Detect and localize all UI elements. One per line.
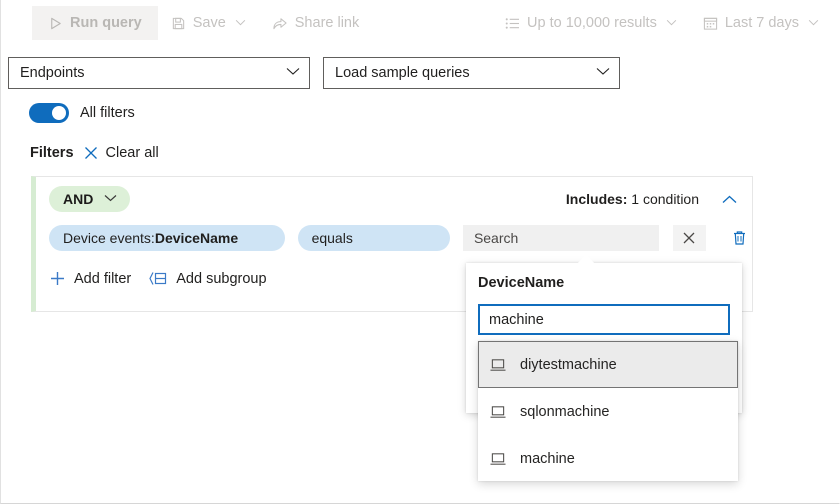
save-icon	[171, 16, 186, 31]
includes-label: Includes:	[566, 191, 627, 207]
scope-dropdown[interactable]: Endpoints	[8, 57, 310, 89]
trash-icon	[732, 230, 747, 246]
time-range-button[interactable]: Last 7 days	[690, 6, 832, 40]
filter-group-header: AND Includes: 1 condition	[36, 177, 752, 221]
condition-field-name: DeviceName	[155, 230, 238, 246]
sample-queries-value: Load sample queries	[335, 65, 586, 81]
toggle-knob	[52, 106, 66, 120]
suggestion-list: diytestmachine sqlonmachine machine	[478, 341, 738, 481]
toolbar-right-group: Up to 10,000 results	[492, 6, 840, 40]
filter-group-header-right: Includes: 1 condition	[566, 191, 740, 207]
chevron-down-icon	[666, 18, 677, 29]
device-icon	[490, 405, 506, 419]
run-query-label: Run query	[70, 16, 142, 31]
list-item-label: machine	[520, 451, 575, 467]
includes-value: 1 condition	[631, 191, 699, 207]
save-label: Save	[193, 16, 226, 31]
clear-all-label: Clear all	[106, 145, 159, 161]
collapse-group-button[interactable]	[719, 192, 740, 207]
share-icon	[272, 16, 288, 31]
share-link-button[interactable]: Share link	[259, 6, 372, 40]
list-item-label: sqlonmachine	[520, 404, 609, 420]
all-filters-toggle[interactable]	[29, 103, 69, 123]
callout-search-value: machine	[489, 312, 544, 328]
plus-icon	[49, 270, 66, 287]
condition-operator-label: equals	[312, 230, 353, 246]
chevron-down-icon	[235, 18, 246, 29]
device-icon	[490, 452, 506, 466]
time-range-label: Last 7 days	[725, 16, 799, 31]
toolbar-left-group: Run query Save	[8, 6, 372, 40]
subgroup-icon	[149, 271, 168, 286]
results-limit-button[interactable]: Up to 10,000 results	[492, 6, 690, 40]
filters-title: Filters	[30, 145, 74, 161]
all-filters-label: All filters	[80, 105, 135, 121]
device-icon	[490, 358, 506, 372]
list-item[interactable]: diytestmachine	[478, 341, 738, 388]
add-subgroup-label: Add subgroup	[176, 271, 266, 287]
sample-queries-dropdown[interactable]: Load sample queries	[323, 57, 620, 89]
toolbar: Run query Save	[8, 0, 840, 46]
results-limit-label: Up to 10,000 results	[527, 16, 657, 31]
close-icon	[83, 145, 99, 161]
condition-field-prefix: Device events:	[63, 230, 155, 246]
delete-condition-button[interactable]	[727, 225, 752, 251]
chevron-down-icon	[808, 18, 819, 29]
list-icon	[505, 17, 520, 30]
condition-operator-pill[interactable]: equals	[298, 225, 450, 251]
add-subgroup-button[interactable]: Add subgroup	[149, 271, 266, 287]
chevron-down-icon	[286, 67, 300, 79]
includes-summary: Includes: 1 condition	[566, 191, 699, 207]
clear-condition-value-button[interactable]	[673, 225, 705, 251]
select-row: Endpoints Load sample queries	[8, 57, 620, 89]
list-item[interactable]: machine	[478, 435, 738, 482]
logical-operator-label: AND	[63, 191, 93, 207]
clear-all-button[interactable]: Clear all	[83, 145, 159, 161]
share-link-label: Share link	[295, 16, 359, 31]
play-icon	[48, 16, 63, 31]
add-filter-label: Add filter	[74, 271, 131, 287]
condition-value-placeholder: Search	[474, 230, 518, 246]
filters-header: Filters Clear all	[30, 145, 159, 161]
condition-field-pill[interactable]: Device events: DeviceName	[49, 225, 285, 251]
list-item[interactable]: sqlonmachine	[478, 388, 738, 435]
close-icon	[681, 230, 697, 246]
run-query-button[interactable]: Run query	[32, 6, 158, 40]
condition-value-input[interactable]: Search	[463, 225, 659, 251]
filter-condition-row: Device events: DeviceName equals Search	[36, 224, 752, 252]
calendar-icon	[703, 16, 718, 31]
chevron-down-icon	[104, 194, 117, 205]
save-button[interactable]: Save	[158, 6, 259, 40]
logical-operator-dropdown[interactable]: AND	[49, 186, 130, 212]
callout-title: DeviceName	[478, 275, 564, 291]
chevron-down-icon	[596, 67, 610, 79]
add-filter-button[interactable]: Add filter	[49, 270, 131, 287]
list-item-label: diytestmachine	[520, 357, 617, 373]
scope-dropdown-value: Endpoints	[20, 65, 276, 81]
callout-search-input[interactable]: machine	[478, 304, 730, 335]
all-filters-toggle-row: All filters	[29, 103, 135, 123]
query-builder-page: Run query Save	[0, 0, 840, 504]
